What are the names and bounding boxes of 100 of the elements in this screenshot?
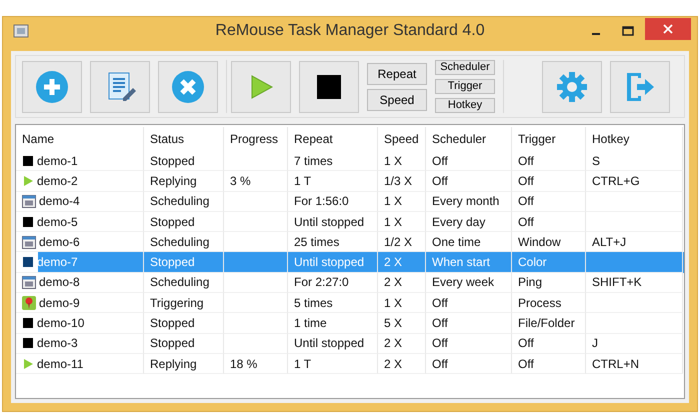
table-cell: 2 X xyxy=(384,255,402,270)
stop-icon xyxy=(22,317,34,330)
mode-button[interactable]: Speed xyxy=(367,88,427,110)
mode-button[interactable]: Repeat xyxy=(367,62,427,84)
table-cell: Until stopped xyxy=(294,214,364,229)
table-cell: Off xyxy=(518,174,534,188)
calendar-icon xyxy=(22,275,36,290)
table-cell: 1/2 X xyxy=(384,234,412,249)
table-cell: Stopped xyxy=(150,214,195,229)
table-cell: 1 T xyxy=(294,356,312,371)
table-cell: Until stopped xyxy=(294,336,364,350)
table-cell: 18 % xyxy=(230,356,258,371)
table-cell: Off xyxy=(518,214,534,229)
edit-button[interactable] xyxy=(90,60,150,112)
stop-icon xyxy=(22,256,34,268)
stop-button[interactable] xyxy=(299,60,359,112)
play-button[interactable] xyxy=(231,60,291,112)
table-cell: Ping xyxy=(518,275,542,290)
close-icon xyxy=(663,24,673,34)
table-cell: Scheduling xyxy=(150,275,210,290)
table-row[interactable]: demo-9 Triggering 5 times 1 X Off Process xyxy=(16,293,684,314)
table-row[interactable]: demo-3 Stopped Until stopped 2 X Off Off J xyxy=(16,334,684,354)
play-icon xyxy=(22,358,34,370)
table-cell: demo-7 xyxy=(37,255,78,270)
table-cell: Scheduling xyxy=(150,194,210,208)
minimize-icon xyxy=(592,33,600,35)
table-cell: One time xyxy=(432,234,481,249)
table-cell: demo-4 xyxy=(39,194,80,208)
plus-icon xyxy=(35,70,69,104)
table-cell: For 1:56:0 xyxy=(294,194,349,208)
table-cell: Process xyxy=(518,296,562,310)
settings-button[interactable] xyxy=(542,60,602,112)
table-row[interactable]: demo-8 Scheduling For 2:27:0 2 X Every week Ping SHIFT+K xyxy=(16,272,684,294)
table-cell: demo-5 xyxy=(37,214,78,229)
table-row[interactable]: demo-11 Replying 18 % 1 T 2 X Off Off CTRL+N xyxy=(16,354,684,374)
table-cell: File/Folder xyxy=(518,316,575,330)
table-cell: demo-2 xyxy=(37,174,78,188)
table-cell: Every week xyxy=(432,275,494,290)
column-header[interactable]: Scheduler xyxy=(426,127,512,151)
option-button[interactable]: Hotkey xyxy=(435,98,495,113)
table-cell: 25 times xyxy=(294,234,340,249)
delete-button[interactable] xyxy=(158,60,218,112)
table-row[interactable]: demo-5 Stopped Until stopped 1 X Every day Off xyxy=(16,212,684,232)
table-cell: Off xyxy=(518,194,534,208)
table-cell: When start xyxy=(432,255,490,270)
column-header[interactable]: Speed xyxy=(378,127,426,151)
table-cell: For 2:27:0 xyxy=(294,275,349,290)
option-button[interactable]: Scheduler xyxy=(435,60,495,75)
stop-icon xyxy=(22,337,34,350)
stop-icon xyxy=(22,154,34,167)
table-cell: 7 times xyxy=(294,154,333,168)
table-cell: Stopped xyxy=(150,316,195,330)
column-header[interactable]: Name xyxy=(16,127,144,151)
exit-button[interactable] xyxy=(610,60,670,112)
table-cell: Window xyxy=(518,234,561,249)
table-cell: Off xyxy=(432,336,448,350)
column-header[interactable]: Trigger xyxy=(512,127,586,151)
stop-icon xyxy=(22,216,34,228)
table-cell: Off xyxy=(518,356,534,371)
option-button[interactable]: Trigger xyxy=(435,79,495,94)
table-cell: demo-9 xyxy=(39,296,80,310)
table-row[interactable]: demo-2 Replying 3 % 1 T 1/3 X Off Off CTRL+G xyxy=(16,171,684,192)
table-cell: 1 time xyxy=(294,316,327,330)
table-row[interactable]: demo-10 Stopped 1 time 5 X Off File/Folder xyxy=(16,313,684,334)
table-cell: Stopped xyxy=(150,255,195,270)
table-cell: ALT+J xyxy=(592,234,626,249)
table-cell: Off xyxy=(432,356,448,371)
table-row[interactable]: demo-1 Stopped 7 times 1 X Off Off S xyxy=(16,151,684,172)
table-cell: 1/3 X xyxy=(384,174,412,188)
window-title: ReMouse Task Manager Standard 4.0 xyxy=(214,22,486,40)
table-cell: J xyxy=(592,336,598,350)
table-row[interactable]: demo-4 Scheduling For 1:56:0 1 X Every month Off xyxy=(16,192,684,212)
table-cell: CTRL+G xyxy=(592,174,640,188)
table-cell: demo-3 xyxy=(37,336,78,350)
app-icon xyxy=(13,24,29,38)
table-cell: S xyxy=(592,154,600,168)
table-cell: Off xyxy=(432,174,448,188)
pin-icon xyxy=(22,296,36,310)
column-header[interactable]: Hotkey xyxy=(586,127,683,151)
table-cell: 2 X xyxy=(384,356,402,371)
table-cell: Color xyxy=(518,255,547,270)
table-cell: 1 T xyxy=(294,174,312,188)
settings-icon xyxy=(556,70,588,102)
table-cell: demo-8 xyxy=(39,275,80,290)
table-cell: Every day xyxy=(432,214,486,229)
column-header[interactable]: Progress xyxy=(224,127,288,151)
table-cell: Off xyxy=(518,336,534,350)
add-button[interactable] xyxy=(22,60,82,112)
table-cell: 5 times xyxy=(294,296,333,310)
table-cell: Triggering xyxy=(150,296,204,310)
column-header[interactable]: Status xyxy=(144,127,224,151)
close-button[interactable] xyxy=(645,18,691,40)
stop-icon xyxy=(317,74,341,98)
maximize-icon xyxy=(622,26,634,36)
table-cell: 2 X xyxy=(384,275,402,290)
table-cell: CTRL+N xyxy=(592,356,640,371)
column-header[interactable]: Repeat xyxy=(288,127,378,151)
table-cell: Scheduling xyxy=(150,234,210,249)
table-cell: 1 X xyxy=(384,214,402,229)
table-cell: 2 X xyxy=(384,336,402,350)
